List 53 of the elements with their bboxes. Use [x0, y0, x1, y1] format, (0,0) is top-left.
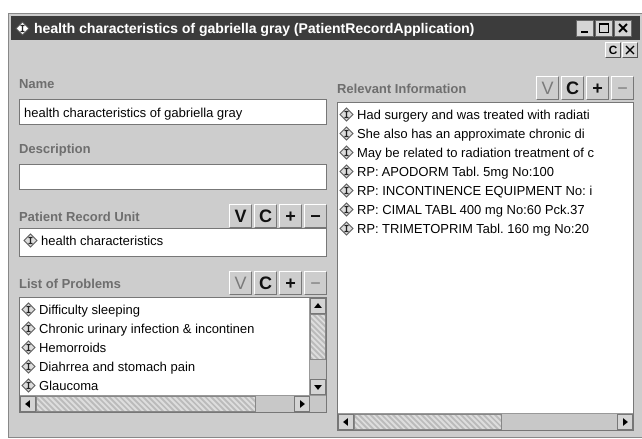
panel-button[interactable]: C — [254, 271, 277, 295]
panel-button[interactable]: + — [586, 76, 609, 100]
vertical-scrollbar[interactable] — [309, 298, 326, 395]
close-button[interactable] — [622, 42, 638, 58]
field-label: Description — [19, 141, 92, 156]
toolbar-button[interactable]: C — [605, 42, 621, 58]
diamond-icon — [339, 164, 354, 179]
list-item[interactable]: RP: APODORM Tabl. 5mg No:100 — [357, 164, 554, 179]
panel-title: List of Problems — [19, 276, 121, 290]
minimize-icon[interactable] — [576, 20, 594, 36]
field-label: Name — [19, 76, 56, 91]
list-item[interactable]: Diahrrea and stomach pain — [39, 359, 196, 374]
list-item[interactable]: RP: INCONTINENCE EQUIPMENT No: i — [357, 183, 592, 198]
diamond-icon — [339, 221, 354, 236]
diamond-icon — [15, 20, 30, 36]
diamond-icon — [21, 321, 36, 336]
diamond-icon — [21, 340, 36, 355]
diamond-icon — [339, 126, 354, 141]
horizontal-scrollbar[interactable] — [338, 413, 633, 430]
diamond-icon — [21, 378, 36, 393]
list-item[interactable]: She also has an approximate chronic di — [357, 126, 585, 141]
description-field[interactable] — [19, 164, 327, 190]
panel-button[interactable]: C — [254, 204, 277, 228]
list-item[interactable]: Chronic urinary infection & incontinen — [39, 321, 254, 336]
panel-button[interactable]: + — [279, 271, 302, 295]
panel-button[interactable]: V — [229, 204, 252, 228]
list-item[interactable]: Hemorroids — [39, 340, 106, 355]
panel-button[interactable]: C — [561, 76, 584, 100]
list-item[interactable]: RP: CIMAL TABL 400 mg No:60 Pck.37 — [357, 202, 585, 217]
list-item[interactable]: Glaucoma — [39, 378, 98, 393]
close-icon[interactable] — [614, 20, 632, 36]
close-icon — [625, 45, 635, 55]
window-title: health characteristics of gabriella gray (PatientRecordApplication) — [34, 20, 476, 36]
diamond-icon — [339, 107, 354, 122]
diamond-icon — [339, 145, 354, 160]
diamond-icon — [339, 202, 354, 217]
maximize-icon[interactable] — [595, 20, 613, 36]
diamond-icon — [21, 359, 36, 374]
horizontal-scrollbar[interactable] — [20, 395, 326, 412]
diamond-icon — [339, 183, 354, 198]
list-item[interactable]: May be related to radiation treatment of c — [357, 145, 594, 160]
panel-title: Relevant Information — [337, 80, 466, 96]
list-item[interactable]: Difficulty sleeping — [39, 302, 140, 317]
panel-button[interactable]: + — [279, 204, 302, 228]
list-item[interactable]: Had surgery and was treated with radiati — [357, 107, 590, 122]
panel-button[interactable]: − — [304, 204, 327, 228]
diamond-icon — [21, 302, 36, 317]
list-item[interactable]: health characteristics — [41, 233, 164, 248]
name-field[interactable]: health characteristics of gabriella gray — [19, 99, 327, 125]
diamond-icon — [23, 233, 38, 248]
list-item[interactable]: RP: TRIMETOPRIM Tabl. 160 mg No:20 — [357, 221, 589, 236]
panel-title: Patient Record Unit — [19, 208, 140, 224]
unit-field[interactable]: health characteristics — [19, 228, 327, 257]
